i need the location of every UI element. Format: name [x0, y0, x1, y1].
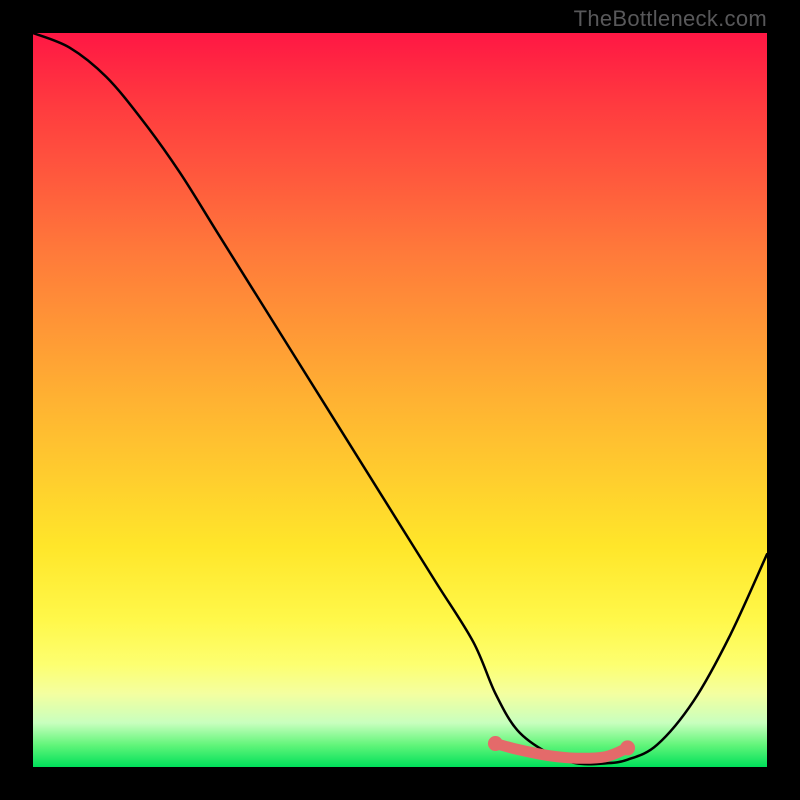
plot-area — [33, 33, 767, 767]
optimal-range-endpoint — [488, 736, 503, 751]
watermark-text: TheBottleneck.com — [574, 6, 767, 32]
chart-frame: TheBottleneck.com — [0, 0, 800, 800]
optimal-range-endpoint — [620, 740, 635, 755]
bottleneck-curve — [33, 33, 767, 764]
chart-svg — [33, 33, 767, 767]
optimal-range-line — [495, 744, 627, 759]
